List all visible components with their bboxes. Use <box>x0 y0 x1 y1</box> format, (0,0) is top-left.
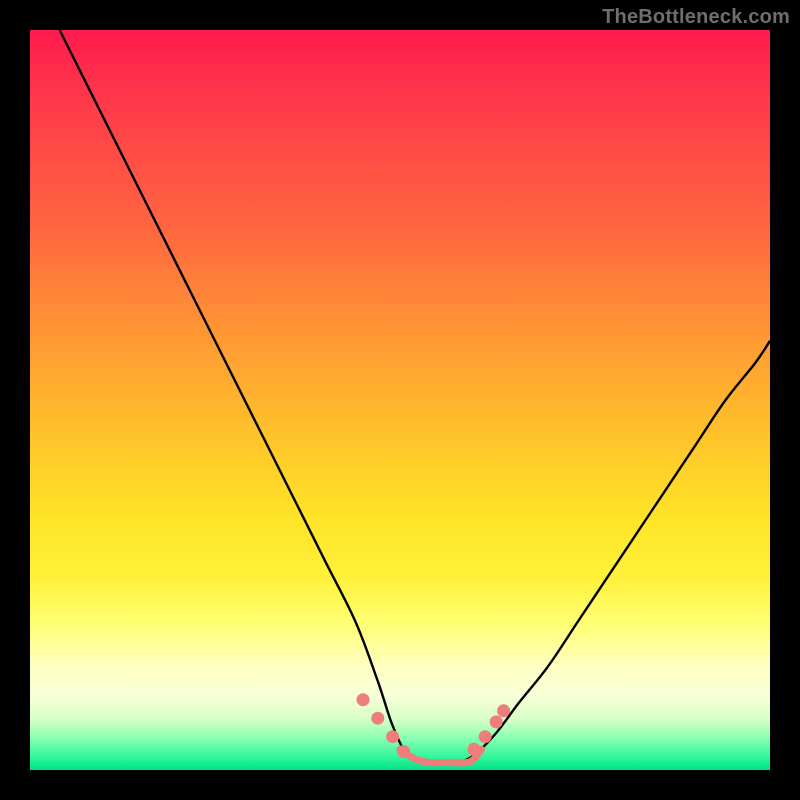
watermark-text: TheBottleneck.com <box>602 6 790 29</box>
marker-dot <box>490 715 503 728</box>
marker-dot <box>397 745 410 758</box>
marker-dot <box>479 730 492 743</box>
right-curve-path <box>459 341 770 763</box>
curves-svg <box>30 30 770 770</box>
marker-dot <box>468 743 481 756</box>
chart-frame: TheBottleneck.com <box>0 0 800 800</box>
plot-area <box>30 30 770 770</box>
marker-dot <box>386 730 399 743</box>
marker-dot <box>497 704 510 717</box>
marker-dot <box>357 693 370 706</box>
marker-dot <box>371 712 384 725</box>
markers-group <box>357 693 511 758</box>
left-curve-path <box>60 30 423 763</box>
